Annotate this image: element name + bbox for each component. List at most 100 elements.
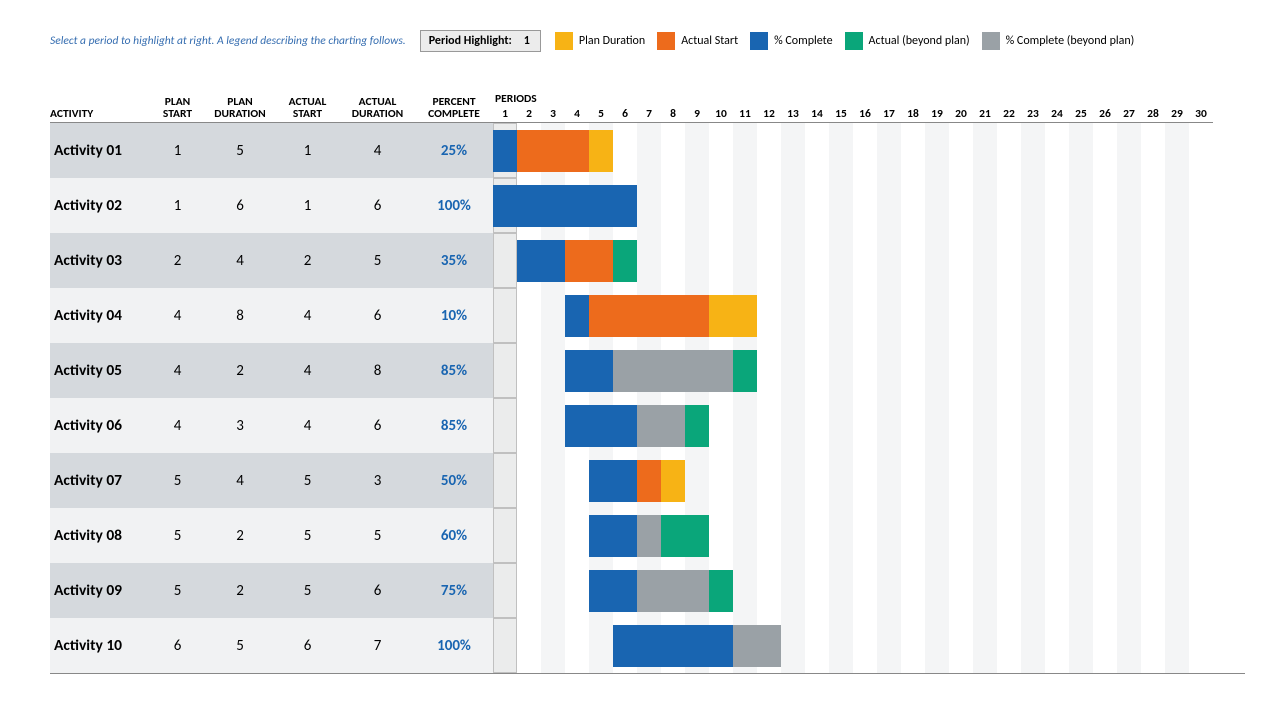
legend-label: Actual (beyond plan) — [869, 34, 970, 48]
swatch-pcbey — [982, 32, 1000, 50]
period-cell — [589, 343, 613, 398]
hint-text: Select a period to highlight at right. A… — [50, 34, 406, 48]
actual-duration: 3 — [340, 453, 415, 508]
period-cell — [1045, 508, 1069, 563]
period-cell — [1093, 233, 1117, 288]
percent-complete: 100% — [415, 618, 493, 673]
actual-duration: 4 — [340, 123, 415, 178]
period-cell — [1045, 233, 1069, 288]
period-cell — [661, 123, 685, 178]
period-cell — [565, 563, 589, 618]
bar-segment — [589, 570, 613, 612]
period-cell — [589, 398, 613, 453]
period-cell — [1141, 508, 1165, 563]
period-cell — [589, 618, 613, 673]
period-cell — [1021, 288, 1045, 343]
period-cell — [997, 508, 1021, 563]
period-cell — [829, 343, 853, 398]
period-cell — [949, 123, 973, 178]
period-cell — [685, 398, 709, 453]
actual-start: 4 — [275, 288, 340, 343]
period-cell — [1165, 178, 1189, 233]
period-cell — [1141, 343, 1165, 398]
period-cell — [637, 563, 661, 618]
period-highlight-value[interactable]: 1 — [520, 34, 534, 48]
bar-segment — [685, 405, 709, 447]
plan-duration: 2 — [205, 343, 275, 398]
period-cell — [541, 398, 565, 453]
period-cell — [757, 563, 781, 618]
period-cell — [1189, 343, 1213, 398]
activity-name: Activity 04 — [50, 288, 150, 343]
plan-start: 1 — [150, 178, 205, 233]
period-cell — [901, 398, 925, 453]
period-cell — [997, 563, 1021, 618]
period-cell — [733, 453, 757, 508]
bar-segment — [589, 240, 613, 282]
period-cell — [1093, 563, 1117, 618]
plan-start: 6 — [150, 618, 205, 673]
period-cell — [1141, 288, 1165, 343]
period-cell — [877, 343, 901, 398]
period-cell — [901, 178, 925, 233]
period-cell — [877, 123, 901, 178]
period-cell — [733, 398, 757, 453]
period-cell — [1045, 563, 1069, 618]
period-cell — [1141, 178, 1165, 233]
legend-item-plan: Plan Duration — [555, 32, 645, 50]
period-cell — [1165, 343, 1189, 398]
period-cell — [709, 508, 733, 563]
plan-start: 4 — [150, 288, 205, 343]
period-cell — [829, 288, 853, 343]
period-cell — [1069, 233, 1093, 288]
period-cell — [901, 233, 925, 288]
period-cell — [829, 508, 853, 563]
period-cell — [829, 618, 853, 673]
period-cell — [733, 618, 757, 673]
period-header-27: 27 — [1117, 106, 1141, 123]
period-cell — [973, 343, 997, 398]
period-cell — [1189, 563, 1213, 618]
bar-segment — [661, 350, 685, 392]
period-cell — [1189, 178, 1213, 233]
bar-segment — [637, 295, 661, 337]
period-cell — [997, 343, 1021, 398]
period-cell — [1189, 123, 1213, 178]
bar-segment — [565, 240, 589, 282]
period-cell — [1189, 453, 1213, 508]
period-header-8: 8 — [661, 106, 685, 123]
period-header-5: 5 — [589, 106, 613, 123]
period-cell — [949, 618, 973, 673]
period-cell — [613, 563, 637, 618]
bar-segment — [613, 240, 637, 282]
period-cell — [901, 508, 925, 563]
period-cell — [805, 343, 829, 398]
period-cell — [1045, 178, 1069, 233]
plan-start: 2 — [150, 233, 205, 288]
period-cell — [613, 288, 637, 343]
plan-start: 5 — [150, 453, 205, 508]
period-cell — [949, 288, 973, 343]
period-cell — [589, 123, 613, 178]
period-cell — [565, 453, 589, 508]
period-header-14: 14 — [805, 106, 829, 123]
period-cell — [1021, 178, 1045, 233]
period-cell — [1021, 123, 1045, 178]
period-cell — [925, 618, 949, 673]
bar-segment — [685, 295, 709, 337]
percent-complete: 10% — [415, 288, 493, 343]
period-cell — [661, 453, 685, 508]
period-cell — [1141, 398, 1165, 453]
period-header-26: 26 — [1093, 106, 1117, 123]
period-cell — [805, 233, 829, 288]
hdr-activity-text: ACTIVITY — [50, 108, 150, 120]
period-cell — [1021, 563, 1045, 618]
period-header-28: 28 — [1141, 106, 1165, 123]
period-cell — [805, 288, 829, 343]
plan-duration: 5 — [205, 618, 275, 673]
period-cell — [733, 123, 757, 178]
period-cell — [517, 178, 541, 233]
period-cell — [733, 178, 757, 233]
period-highlight-box[interactable]: Period Highlight: 1 — [420, 30, 541, 52]
period-cell — [1165, 398, 1189, 453]
